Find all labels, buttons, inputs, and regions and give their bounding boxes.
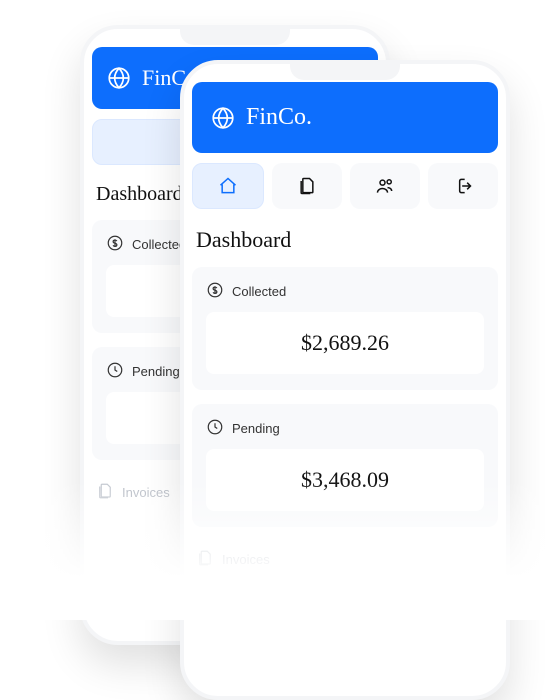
nav-bar: [192, 163, 498, 209]
documents-icon: [96, 482, 114, 503]
card-label: Pending: [132, 364, 180, 379]
card-pending: Pending $3,468.09: [192, 404, 498, 527]
invoices-heading: Invoices: [192, 541, 498, 578]
phone-notch: [180, 29, 290, 45]
logout-icon: [453, 176, 473, 196]
app-header: FinCo.: [192, 82, 498, 153]
nav-people[interactable]: [350, 163, 420, 209]
documents-icon: [297, 176, 317, 196]
clock-icon: [206, 418, 224, 439]
dollar-icon: [106, 234, 124, 255]
card-label: Collected: [232, 284, 286, 299]
people-icon: [375, 176, 395, 196]
globe-icon: [210, 105, 236, 131]
dollar-icon: [206, 281, 224, 302]
pending-amount: $3,468.09: [206, 449, 484, 511]
phone-notch: [290, 64, 400, 80]
invoices-label: Invoices: [222, 552, 270, 567]
nav-documents[interactable]: [272, 163, 342, 209]
nav-home[interactable]: [192, 163, 264, 209]
clock-icon: [106, 361, 124, 382]
documents-icon: [196, 549, 214, 570]
invoices-label: Invoices: [122, 485, 170, 500]
home-icon: [218, 176, 238, 196]
globe-icon: [106, 65, 132, 91]
card-label: Pending: [232, 421, 280, 436]
collected-amount: $2,689.26: [206, 312, 484, 374]
card-label: Collected: [132, 237, 186, 252]
nav-logout[interactable]: [428, 163, 498, 209]
card-collected: Collected $2,689.26: [192, 267, 498, 390]
brand-name: FinCo.: [246, 104, 312, 131]
phone-mock-front: FinCo.: [180, 60, 510, 700]
page-title: Dashboard: [196, 227, 494, 253]
